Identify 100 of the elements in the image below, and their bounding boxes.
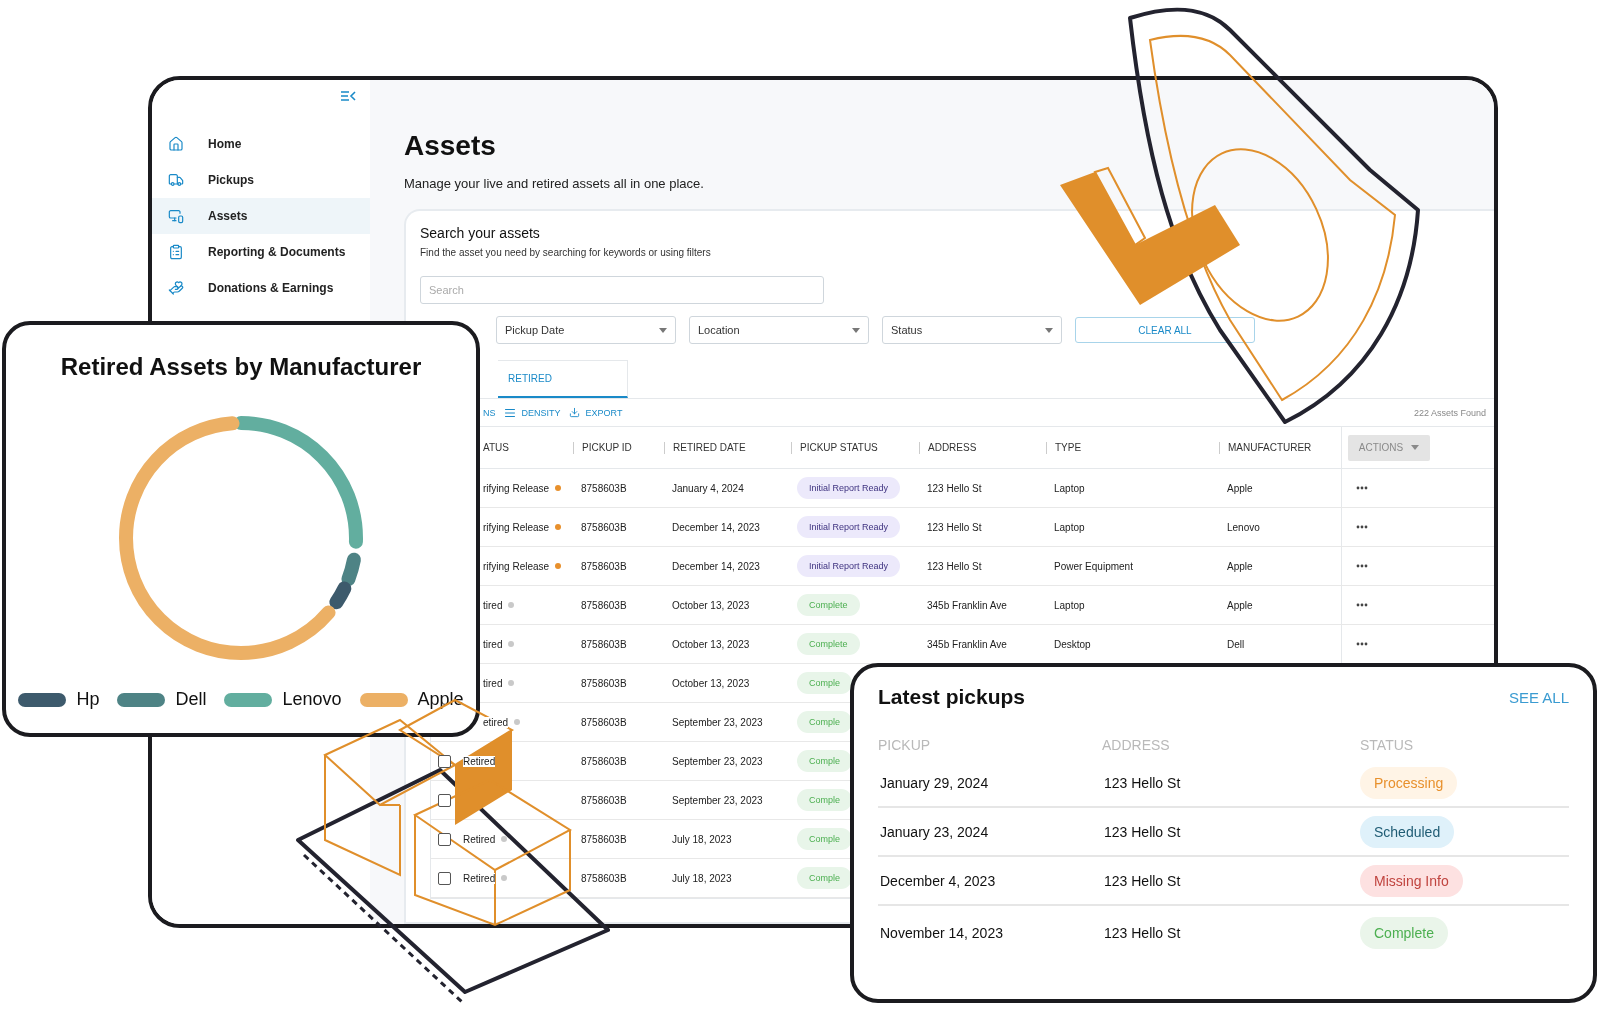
checkbox[interactable] [438,754,451,768]
truck-icon [168,172,184,188]
table-cell-text: December 14, 2023 [671,521,761,533]
table-cell-text: 8758603B [580,833,628,845]
table-cell-text: 123 Hello St [1103,823,1182,840]
search-field[interactable]: Search [420,276,824,304]
table-cell-text: January 4, 2024 [671,482,745,494]
status-pill: Comple [797,750,852,772]
status-pill: Comple [797,672,852,694]
table-cell-text: 123 Hello St [926,482,983,494]
table-cell-text: Laptop [1053,482,1086,494]
table-cell-text: October 13, 2023 [671,638,751,650]
table-cell-text: October 13, 2023 [671,599,751,611]
status-pill: Initial Report Ready [797,555,901,577]
table-cell: etired [483,716,508,728]
table-cell-text: July 18, 2023 [671,833,733,845]
table-cell-text: December 14, 2023 [671,560,761,572]
column-header: PICKUP ID [573,441,664,454]
sidebar-item[interactable]: Pickups [152,162,370,198]
hand-heart-icon [168,280,184,296]
page-subtitle: Manage your live and retired assets all in one place. [404,176,705,191]
table-cell: tired [483,638,503,650]
legend-label: Apple [417,689,464,710]
card-title: Latest pickups [878,685,1026,709]
table-cell-text: January 29, 2024 [879,774,990,791]
devices-icon [168,208,184,224]
status-pill: Initial Report Ready [797,477,901,499]
status-pill: Scheduled [1360,815,1455,848]
status-pill: Comple [797,867,852,889]
toolbar-button[interactable]: EXPORT [568,407,623,418]
table-cell-text: November 14, 2023 [879,925,1004,941]
filter-dropdown[interactable]: Location [689,316,869,344]
column-header: ADDRESS [919,441,1046,454]
filter-dropdown[interactable]: Status [882,316,1062,344]
chart-title: Retired Assets by Manufacturer [60,353,422,381]
table-cell-text: September 23, 2023 [671,755,764,767]
sidebar-item[interactable]: Home [152,126,370,162]
status-pill: Complete [797,594,860,616]
table-cell-text: 345b Franklin Ave [926,638,1008,650]
table-cell-text: 123 Hello St [1103,872,1182,889]
more-icon[interactable] [1356,525,1368,529]
more-icon[interactable] [1356,603,1368,607]
table-cell: Retired [463,833,496,845]
table-cell-text: Lenovo [1226,521,1261,533]
filter-dropdown[interactable]: Pickup Date [496,316,676,344]
status-pill: Comple [797,711,852,733]
table-cell-text: 8758603B [580,872,628,884]
clear-all-button[interactable]: CLEAR ALL [1075,317,1255,343]
table-cell-text: January 23, 2024 [879,823,990,840]
table-cell: tired [483,599,503,611]
status-pill: Complete [797,633,860,655]
table-cell-text: 8758603B [580,677,628,689]
status-pill: Comple [797,828,852,850]
sidebar-item[interactable]: Reporting & Documents [152,234,370,270]
table-cell: rifying Release [483,521,550,533]
column-header: ATUS [482,441,510,454]
table-cell-text: 123 Hello St [1103,925,1182,941]
tab[interactable]: RETIRED [498,360,628,398]
table-cell-text: July 18, 2023 [671,872,733,884]
column-header: RETIRED DATE [664,441,791,454]
caret-icon [659,327,667,333]
table-cell-text: 123 Hello St [926,521,983,533]
table-cell-text: 123 Hello St [1103,774,1182,791]
checkbox[interactable] [438,793,451,807]
status-pill: Missing Info [1360,864,1463,897]
status-pill: Processing [1360,766,1458,799]
toolbar-button[interactable]: NS [483,407,496,418]
more-icon[interactable] [1356,564,1368,568]
table-cell-text: Desktop [1053,638,1092,650]
status-pill: Comple [797,789,852,811]
status-pill: Initial Report Ready [797,516,901,538]
checkbox[interactable] [438,832,451,846]
checkbox[interactable] [438,871,451,885]
table-cell-text: December 4, 2023 [879,872,997,889]
table-cell-text: 8758603B [580,599,628,611]
table-cell: rifying Release [483,482,550,494]
table-cell-text: 8758603B [580,755,628,767]
lines-icon [503,406,516,419]
table-cell-text: Apple [1226,482,1254,494]
table-cell-text: Laptop [1053,521,1086,533]
collapse-menu-icon[interactable] [340,90,356,102]
page-title: Assets [404,130,497,162]
table-cell-text: Laptop [1053,599,1086,611]
table-cell: rifying Release [483,560,550,572]
legend-label: Hp [76,689,100,710]
table-cell-text: Apple [1226,599,1254,611]
caret-icon [1045,327,1053,333]
sidebar-item[interactable]: Assets [152,198,370,234]
toolbar-button[interactable]: DENSITY [503,406,561,419]
table-cell-text: 8758603B [580,521,628,533]
sidebar-item[interactable]: Donations & Earnings [152,270,370,306]
table-cell: tired [483,677,503,689]
table-cell-text: Apple [1226,560,1254,572]
table-cell-text: Power Equipment [1053,560,1134,572]
more-icon[interactable] [1356,486,1368,490]
table-cell-text: Dell [1226,638,1246,650]
table-cell-text: September 23, 2023 [671,794,764,806]
column-header: PICKUP STATUS [791,441,919,454]
home-icon [168,136,184,152]
more-icon[interactable] [1356,642,1368,646]
